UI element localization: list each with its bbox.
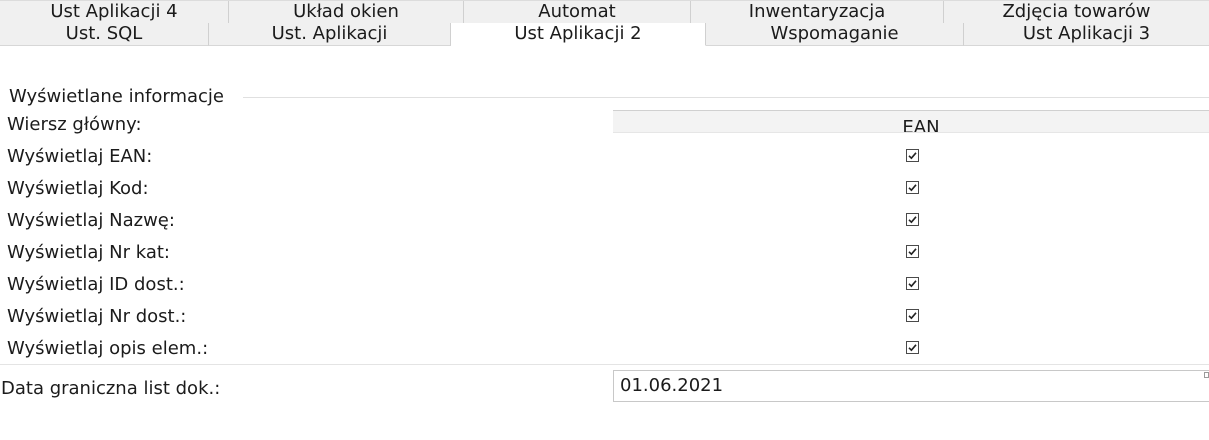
main-row-label: Wiersz główny: <box>7 114 142 135</box>
checkmark-icon <box>908 152 917 160</box>
checkbox-nazwe[interactable] <box>906 213 919 226</box>
calendar-icon[interactable] <box>1204 372 1209 378</box>
main-row-select[interactable]: EAN <box>613 110 1209 133</box>
group-border <box>243 97 1209 98</box>
checkmark-icon <box>908 216 917 224</box>
tab-ust-aplikacji[interactable]: Ust. Aplikacji <box>209 23 451 46</box>
option-label-kod: Wyświetlaj Kod: <box>7 178 149 199</box>
date-input[interactable]: 01.06.2021 <box>613 370 1209 402</box>
option-label-ean: Wyświetlaj EAN: <box>7 146 153 167</box>
checkbox-kod[interactable] <box>906 181 919 194</box>
checkbox-nr-kat[interactable] <box>906 245 919 258</box>
group-title: Wyświetlane informacje <box>9 86 224 108</box>
checkbox-id-dost[interactable] <box>906 277 919 290</box>
tab-inwentaryzacja[interactable]: Inwentaryzacja <box>691 1 944 24</box>
tab-ust-aplikacji-4[interactable]: Ust Aplikacji 4 <box>0 1 229 24</box>
checkmark-icon <box>908 280 917 288</box>
date-label: Data graniczna list dok.: <box>1 378 221 399</box>
section-divider <box>0 364 1209 365</box>
option-label-nazwe: Wyświetlaj Nazwę: <box>7 210 175 231</box>
tab-row-1: Ust Aplikacji 4 Układ okien Automat Inwe… <box>0 0 1209 24</box>
tab-strip: Ust Aplikacji 4 Układ okien Automat Inwe… <box>0 0 1209 46</box>
tab-row-2: Ust. SQL Ust. Aplikacji Ust Aplikacji 2 … <box>0 23 1209 46</box>
checkmark-icon <box>908 344 917 352</box>
tab-automat[interactable]: Automat <box>464 1 691 24</box>
checkbox-nr-dost[interactable] <box>906 309 919 322</box>
tab-uklad-okien[interactable]: Układ okien <box>229 1 464 24</box>
tab-ust-aplikacji-2[interactable]: Ust Aplikacji 2 <box>451 23 706 46</box>
checkbox-opis-elem[interactable] <box>906 341 919 354</box>
option-label-nr-dost: Wyświetlaj Nr dost.: <box>7 306 187 327</box>
option-label-opis-elem: Wyświetlaj opis elem.: <box>7 338 209 359</box>
option-label-id-dost: Wyświetlaj ID dost.: <box>7 274 185 295</box>
tab-wspomaganie[interactable]: Wspomaganie <box>706 23 964 46</box>
checkmark-icon <box>908 312 917 320</box>
tab-zdjecia-towarow[interactable]: Zdjęcia towarów <box>944 1 1209 24</box>
checkmark-icon <box>908 248 917 256</box>
main-row-value: EAN <box>902 117 940 133</box>
option-label-nr-kat: Wyświetlaj Nr kat: <box>7 242 170 263</box>
tab-ust-sql[interactable]: Ust. SQL <box>0 23 209 46</box>
tab-ust-aplikacji-3[interactable]: Ust Aplikacji 3 <box>964 23 1209 46</box>
checkmark-icon <box>908 184 917 192</box>
checkbox-ean[interactable] <box>906 149 919 162</box>
